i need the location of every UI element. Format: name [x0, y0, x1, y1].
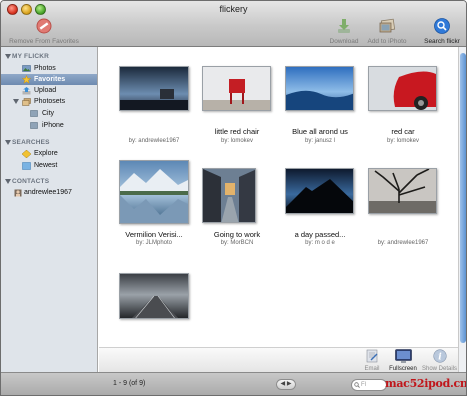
upload-icon	[22, 87, 31, 95]
window-title: flickery	[219, 4, 248, 14]
sidebar-item-label: Upload	[34, 87, 57, 94]
contact-icon	[14, 189, 22, 197]
photosets-icon	[22, 98, 31, 106]
sidebar-item-photosets[interactable]: Photosets	[1, 96, 97, 107]
search-field-placeholder: Fl	[361, 382, 366, 388]
photoset-icon	[30, 110, 38, 117]
vertical-scrollbar[interactable]	[458, 47, 466, 372]
fullscreen-icon	[386, 349, 420, 365]
page-navigation-control[interactable]: ◀ ▶	[276, 379, 296, 390]
photo-thumbnail[interactable]	[368, 66, 437, 111]
photo-author: by: lomokev	[386, 138, 419, 144]
photo-thumbnail[interactable]	[285, 168, 354, 214]
photo-thumbnail[interactable]	[202, 168, 256, 223]
svg-text:i: i	[438, 353, 442, 363]
search-icon	[420, 18, 464, 36]
page-count: 1 - 9 (of 9)	[113, 380, 146, 387]
star-icon	[21, 74, 32, 84]
photo-author: by: m o d e	[305, 240, 335, 246]
show-details-button[interactable]: i Show Details	[421, 349, 458, 372]
watermark-text: mac52ipod.cn	[385, 377, 467, 390]
sidebar-heading-searches: SEARCHES	[12, 139, 50, 146]
sidebar-heading-my-flickr: MY FLICKR	[12, 53, 50, 60]
photo-author: by: JLMphoto	[135, 240, 173, 246]
email-icon	[361, 349, 383, 365]
disclosure-triangle-icon[interactable]	[5, 54, 11, 59]
sidebar-item-city[interactable]: City	[1, 108, 97, 119]
sidebar-item-newest[interactable]: Newest	[1, 160, 97, 171]
photo-grid: by: andrewlee1967 little red chair by: l…	[99, 47, 458, 347]
sidebar-item-label: City	[42, 110, 55, 117]
sidebar-item-label: Photos	[34, 65, 56, 72]
photo-author: by: lomokev	[220, 138, 253, 144]
photo-thumbnail[interactable]	[368, 168, 437, 214]
sidebar-item-label: Explore	[34, 150, 58, 157]
sidebar-item-label: Newest	[34, 162, 58, 169]
action-bar: Email Fullscreen i Show Details	[99, 347, 458, 372]
remove-from-favorites-label: Remove From Favorites	[9, 38, 79, 45]
photo-author: by: andrewlee1967	[377, 240, 429, 246]
sidebar-item-favorites[interactable]: Favorites	[1, 74, 97, 85]
search-icon	[354, 382, 360, 392]
photos-icon	[22, 65, 31, 72]
photoset-icon	[30, 122, 38, 129]
scrollbar-thumb[interactable]	[460, 53, 466, 343]
sidebar-heading-contacts: CONTACTS	[12, 178, 50, 185]
newest-icon	[22, 162, 31, 170]
toolbar: flickery Remove From Favorites Download …	[1, 1, 466, 47]
add-to-iphoto-label: Add to iPhoto	[367, 38, 407, 45]
info-icon: i	[421, 349, 458, 365]
photo-title: Blue all arond us	[292, 127, 348, 136]
photo-title: little red chair	[214, 127, 260, 136]
download-button[interactable]: Download	[327, 18, 361, 45]
photo-thumbnail[interactable]	[119, 273, 189, 319]
sidebar-item-photos[interactable]: Photos	[1, 63, 97, 74]
email-button[interactable]: Email	[361, 349, 383, 372]
photo-title: Going to work	[213, 230, 261, 239]
photo-author: by: MorBCN	[220, 240, 254, 246]
photo-title: Vermilion Verisi...	[125, 230, 183, 239]
explore-icon	[21, 149, 32, 159]
sidebar-item-explore[interactable]: Explore	[1, 148, 97, 159]
disclosure-triangle-icon[interactable]	[5, 140, 11, 145]
sidebar-item-label: iPhone	[42, 122, 64, 129]
photo-title: a day passed...	[294, 230, 346, 239]
sidebar-item-label: andrewlee1967	[24, 189, 72, 196]
download-label: Download	[329, 38, 359, 45]
photo-author: by: andrewlee1967	[128, 138, 180, 144]
photo-title: red car	[391, 127, 415, 136]
search-flickr-label: Search flickr	[424, 38, 460, 45]
download-icon	[327, 18, 361, 36]
sidebar: MY FLICKR Photos Favorites Upload Photos…	[1, 47, 98, 372]
photo-thumbnail[interactable]	[202, 66, 271, 111]
search-field[interactable]: Fl	[351, 379, 387, 391]
no-entry-icon	[8, 18, 80, 36]
photo-thumbnail[interactable]	[285, 66, 354, 111]
sidebar-item-label: Photosets	[34, 98, 66, 105]
disclosure-triangle-icon[interactable]	[5, 179, 11, 184]
remove-from-favorites-button[interactable]: Remove From Favorites	[8, 18, 80, 45]
iphoto-icon	[364, 18, 410, 36]
photo-author: by: janusz l	[304, 138, 335, 144]
sidebar-item-label: Favorites	[34, 76, 66, 83]
disclosure-triangle-icon[interactable]	[13, 99, 19, 104]
photo-thumbnail[interactable]	[119, 66, 189, 111]
app-window: flickery Remove From Favorites Download …	[0, 0, 467, 396]
sidebar-item-iphone[interactable]: iPhone	[1, 120, 97, 131]
fullscreen-button[interactable]: Fullscreen	[386, 349, 420, 372]
photo-thumbnail[interactable]	[119, 160, 189, 224]
sidebar-item-contact[interactable]: andrewlee1967	[1, 187, 97, 198]
search-flickr-button[interactable]: Search flickr	[420, 18, 464, 45]
add-to-iphoto-button[interactable]: Add to iPhoto	[364, 18, 410, 45]
sidebar-item-upload[interactable]: Upload	[1, 85, 97, 96]
status-bar: 1 - 9 (of 9) ◀ ▶ Fl mac52ipod.cn	[1, 372, 467, 395]
